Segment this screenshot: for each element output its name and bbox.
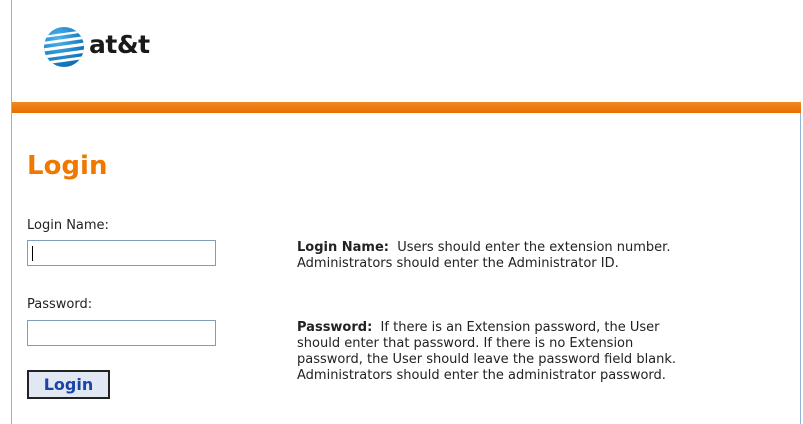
password-help-line-2: should enter that password. If there is … [297, 336, 634, 351]
password-help-line-3: password, the User should leave the pass… [297, 352, 677, 367]
login-name-help-line-2: Administrators should enter the Administ… [297, 256, 619, 271]
login-name-help: Login Name: Users should enter the exten… [297, 240, 797, 272]
password-help-line-4: Administrators should enter the administ… [297, 368, 666, 383]
password-input[interactable] [27, 320, 216, 346]
login-name-input[interactable] [27, 240, 216, 266]
text-caret [32, 246, 33, 261]
login-name-label: Login Name: [27, 218, 109, 233]
header-divider-bar [12, 102, 801, 113]
login-button[interactable]: Login [27, 370, 110, 399]
password-help: Password: If there is an Extension passw… [297, 320, 797, 384]
password-help-line-1: Password: If there is an Extension passw… [297, 320, 660, 335]
att-globe-icon [44, 27, 84, 67]
att-logo-text: at&t [89, 30, 150, 59]
login-name-help-line-1: Login Name: Users should enter the exten… [297, 240, 671, 255]
password-help-term: Password: [297, 320, 373, 335]
page-title: Login [27, 151, 108, 181]
login-name-help-term: Login Name: [297, 240, 389, 255]
password-label: Password: [27, 297, 93, 312]
